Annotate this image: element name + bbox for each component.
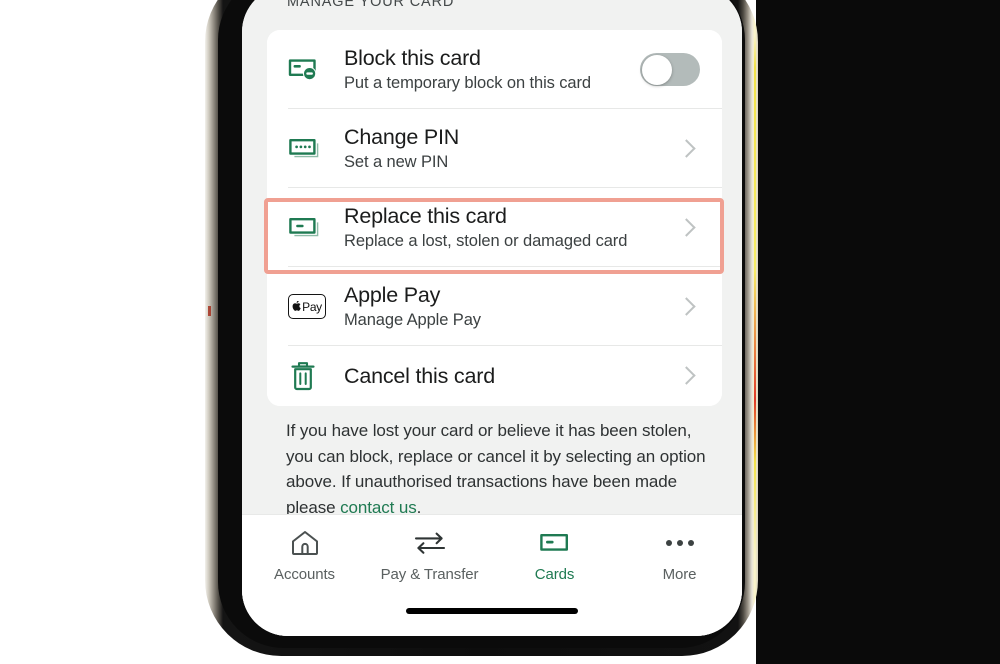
card-pin-icon [288, 128, 330, 170]
list-item-text: Change PIN Set a new PIN [330, 125, 674, 172]
tab-more[interactable]: More [617, 523, 742, 636]
chevron-right-icon [674, 215, 700, 241]
list-item-title: Apple Pay [344, 282, 441, 307]
chevron-right-icon [674, 136, 700, 162]
frame-reflection-left [208, 306, 211, 316]
phone-screen: MANAGE YOUR CARD Block this card Put a t… [242, 0, 742, 636]
section-header: MANAGE YOUR CARD [287, 0, 455, 10]
home-indicator[interactable] [406, 608, 578, 614]
trash-icon [288, 355, 330, 397]
list-item-subtitle: Set a new PIN [344, 153, 449, 172]
chevron-right-icon [674, 363, 700, 389]
tab-label: Accounts [274, 566, 335, 583]
card-block-icon [288, 49, 330, 91]
card-icon [538, 527, 572, 559]
list-item-text: Replace this card Replace a lost, stolen… [330, 204, 674, 251]
list-item-text: Cancel this card [330, 364, 674, 388]
list-item-apple-pay[interactable]: Pay Apple Pay Manage Apple Pay [267, 267, 722, 346]
bottom-tab-bar: Accounts Pay & Transfer Cards More [242, 514, 742, 636]
app-viewport: MANAGE YOUR CARD Block this card Put a t… [242, 0, 742, 636]
tab-label: Cards [534, 566, 575, 583]
list-item-subtitle: Replace a lost, stolen or damaged card [344, 232, 628, 251]
footer-note: If you have lost your card or believe it… [286, 418, 706, 520]
apple-logo-icon [292, 301, 301, 311]
home-icon [290, 527, 320, 559]
background-left [0, 0, 206, 664]
tab-label: Pay & Transfer [380, 566, 479, 583]
apple-pay-badge: Pay [288, 294, 326, 319]
card-replace-icon [288, 207, 330, 249]
ellipsis-icon [663, 527, 697, 559]
block-card-toggle[interactable] [640, 53, 700, 86]
tab-pay-transfer[interactable]: Pay & Transfer [367, 523, 492, 636]
apple-pay-label: Pay [302, 299, 322, 314]
screenshot-stage: MANAGE YOUR CARD Block this card Put a t… [0, 0, 1000, 664]
list-item-text: Block this card Put a temporary block on… [330, 46, 640, 93]
tab-label: More [662, 566, 697, 583]
chevron-right-icon [674, 294, 700, 320]
list-item-title: Change PIN [344, 124, 460, 149]
tab-accounts[interactable]: Accounts [242, 523, 367, 636]
manage-card-list: Block this card Put a temporary block on… [267, 30, 722, 406]
list-item-block-this-card[interactable]: Block this card Put a temporary block on… [267, 30, 722, 109]
transfer-arrows-icon [413, 527, 447, 559]
apple-pay-icon: Pay [288, 286, 330, 328]
list-item-subtitle: Put a temporary block on this card [344, 74, 591, 93]
tab-cards[interactable]: Cards [492, 523, 617, 636]
list-item-cancel-this-card[interactable]: Cancel this card [267, 346, 722, 406]
list-item-subtitle: Manage Apple Pay [344, 311, 481, 330]
list-item-change-pin[interactable]: Change PIN Set a new PIN [267, 109, 722, 188]
background-right [756, 0, 1000, 664]
list-item-title: Cancel this card [344, 363, 495, 388]
list-item-replace-this-card[interactable]: Replace this card Replace a lost, stolen… [267, 188, 722, 267]
list-item-title: Block this card [344, 45, 481, 70]
frame-reflection [754, 36, 756, 556]
list-item-title: Replace this card [344, 203, 507, 228]
toggle-knob [641, 54, 672, 85]
list-item-text: Apple Pay Manage Apple Pay [330, 283, 674, 330]
